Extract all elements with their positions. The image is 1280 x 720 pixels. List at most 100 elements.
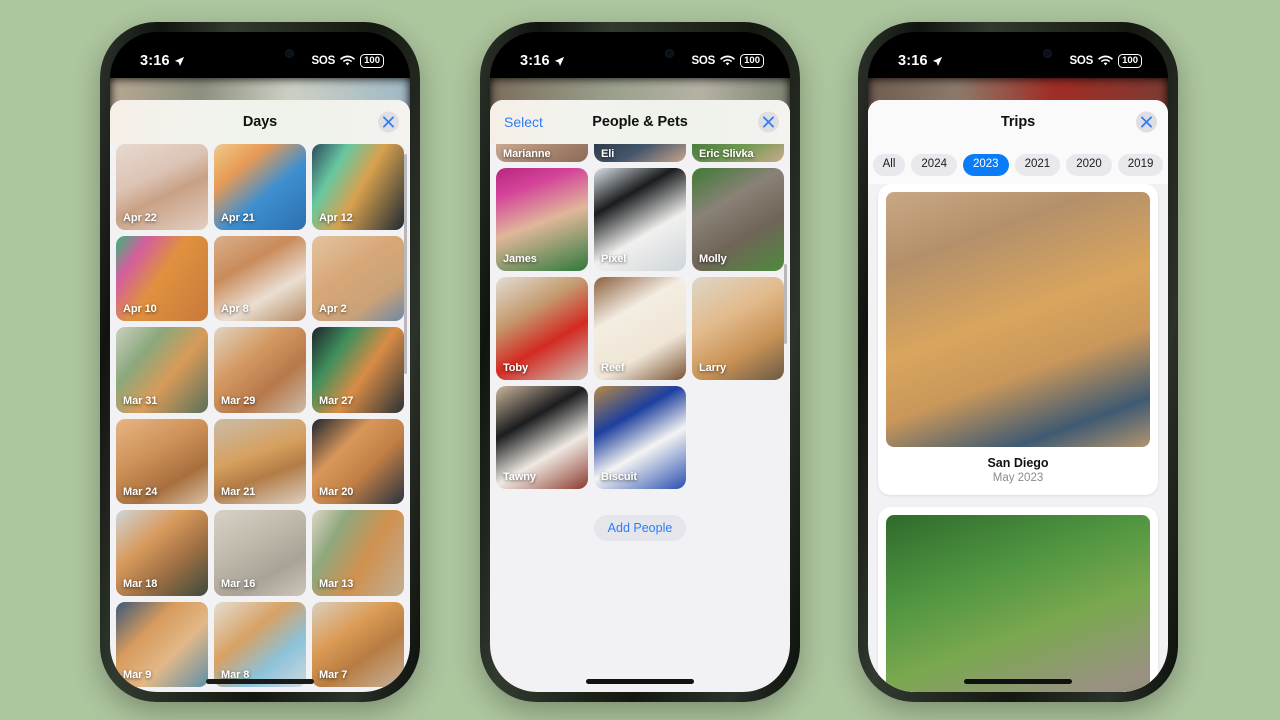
day-photo-cell[interactable]: Apr 22: [116, 144, 208, 230]
trips-scroll[interactable]: San Diego May 2023: [868, 183, 1168, 692]
day-photo-cell[interactable]: Mar 24: [116, 418, 208, 505]
trip-cover-photo: [886, 191, 1150, 447]
day-photo-cell[interactable]: Mar 8: [214, 601, 306, 688]
day-photo-cell[interactable]: Apr 12: [312, 144, 404, 230]
day-photo-cell[interactable]: Mar 29: [214, 327, 306, 413]
day-caption: Apr 10: [123, 303, 157, 316]
person-photo-cell[interactable]: Tawny: [496, 386, 588, 490]
trip-card[interactable]: [878, 506, 1158, 692]
year-filter-2023[interactable]: 2023: [963, 154, 1009, 176]
person-photo-cell[interactable]: Eli: [594, 144, 686, 163]
day-caption: Apr 2: [319, 303, 347, 316]
day-photo-cell[interactable]: Mar 20: [312, 418, 404, 505]
person-photo-cell[interactable]: Biscuit: [594, 386, 686, 490]
add-people-button[interactable]: Add People: [593, 515, 687, 542]
person-photo-cell[interactable]: Pixel: [594, 168, 686, 272]
front-camera-icon: [665, 49, 674, 58]
person-photo-cell[interactable]: Marianne: [496, 144, 588, 163]
phone-people-screen: 3:16 SOS 100 Select People & Pets Marian…: [490, 32, 790, 692]
dynamic-island: [594, 41, 686, 67]
person-name-label: Molly: [699, 253, 727, 266]
year-filter-bar: All 2024 2023 2021 2020 2019: [868, 144, 1168, 184]
close-button[interactable]: [758, 111, 779, 133]
person-photo-cell[interactable]: Reef: [594, 277, 686, 381]
year-filter-2021[interactable]: 2021: [1014, 154, 1061, 176]
sos-label: SOS: [1069, 55, 1094, 67]
battery-indicator: 100: [360, 54, 384, 68]
trips-sheet: Trips All 2024 2023 2021 2020 2019 San Diego M…: [868, 100, 1168, 692]
phone-days: 3:16 SOS 100 Days Apr 22 Apr 21 Apr 12 A…: [100, 22, 420, 702]
person-name-label: Biscuit: [601, 471, 637, 484]
close-icon: [763, 116, 774, 128]
trips-sheet-header: Trips: [868, 100, 1168, 144]
days-photo-grid: Apr 22 Apr 21 Apr 12 Apr 10 Apr 8 Apr 2 Mar 31…: [110, 144, 410, 688]
home-indicator[interactable]: [586, 679, 694, 684]
person-photo-cell[interactable]: James: [496, 168, 588, 272]
close-button[interactable]: [378, 111, 399, 133]
person-name-label: Reef: [601, 362, 625, 375]
trip-cover-photo: [886, 514, 1150, 692]
year-filter-all[interactable]: All: [872, 154, 906, 176]
day-photo-cell[interactable]: Apr 21: [214, 144, 306, 230]
people-photo-grid: Marianne Eli Eric Slivka James Pixel Molly Tob…: [490, 144, 790, 490]
phone-people: 3:16 SOS 100 Select People & Pets Marian…: [480, 22, 800, 702]
trip-card[interactable]: San Diego May 2023: [878, 183, 1158, 495]
day-caption: Apr 12: [319, 211, 353, 224]
person-photo-cell[interactable]: Larry: [692, 277, 784, 381]
days-sheet: Days Apr 22 Apr 21 Apr 12 Apr 10 Apr 8 Apr 2 M…: [110, 100, 410, 692]
day-photo-cell[interactable]: Mar 18: [116, 510, 208, 596]
day-caption: Mar 21: [221, 486, 256, 499]
status-left: 3:16: [140, 53, 185, 69]
people-grid-scroll[interactable]: Marianne Eli Eric Slivka James Pixel Molly Tob…: [490, 144, 790, 692]
day-photo-cell[interactable]: Mar 7: [312, 601, 404, 688]
status-right: SOS 100: [1069, 54, 1142, 68]
day-photo-cell[interactable]: Mar 21: [214, 418, 306, 505]
people-sheet: Select People & Pets Marianne Eli Eric Sli…: [490, 100, 790, 692]
phone-days-screen: 3:16 SOS 100 Days Apr 22 Apr 21 Apr 12 A…: [110, 32, 410, 692]
day-photo-cell[interactable]: Apr 10: [116, 235, 208, 322]
scroll-indicator[interactable]: [784, 264, 787, 344]
year-filter-2020[interactable]: 2020: [1066, 154, 1112, 176]
close-icon: [1141, 116, 1152, 128]
day-photo-cell[interactable]: Mar 31: [116, 327, 208, 413]
close-button[interactable]: [1136, 111, 1157, 133]
status-left: 3:16: [898, 53, 943, 69]
person-photo-cell[interactable]: Eric Slivka: [692, 144, 784, 163]
person-name-label: Pixel: [601, 253, 627, 266]
select-button[interactable]: Select: [504, 114, 543, 130]
wifi-icon: [1098, 55, 1114, 66]
home-indicator[interactable]: [206, 679, 314, 684]
day-photo-cell[interactable]: Apr 8: [214, 235, 306, 322]
days-grid-scroll[interactable]: Apr 22 Apr 21 Apr 12 Apr 10 Apr 8 Apr 2 Mar 31…: [110, 144, 410, 692]
phone-trips: 3:16 SOS 100 Trips All 2024 2023 2021 2020: [858, 22, 1178, 702]
dynamic-island: [972, 41, 1064, 67]
day-photo-cell[interactable]: Apr 2: [312, 235, 404, 322]
year-filter-2019[interactable]: 2019: [1117, 154, 1164, 176]
status-left: 3:16: [520, 53, 565, 69]
day-caption: Mar 29: [221, 394, 256, 407]
day-photo-cell[interactable]: Mar 9: [116, 601, 208, 688]
home-indicator[interactable]: [964, 679, 1072, 684]
day-photo-cell[interactable]: Mar 13: [312, 510, 404, 596]
day-caption: Mar 18: [123, 577, 158, 590]
day-photo-cell[interactable]: Mar 27: [312, 327, 404, 413]
status-time: 3:16: [140, 53, 170, 69]
day-photo-cell[interactable]: Mar 16: [214, 510, 306, 596]
person-photo-cell[interactable]: Molly: [692, 168, 784, 272]
front-camera-icon: [1043, 49, 1052, 58]
trips-list: San Diego May 2023: [868, 183, 1168, 692]
day-caption: Mar 20: [319, 486, 354, 499]
person-name-label: Toby: [503, 362, 529, 375]
scroll-indicator[interactable]: [404, 154, 407, 374]
status-right: SOS 100: [311, 54, 384, 68]
person-photo-cell[interactable]: Toby: [496, 277, 588, 381]
trip-date: May 2023: [992, 471, 1044, 484]
year-filter-2024[interactable]: 2024: [911, 154, 957, 176]
day-caption: Mar 27: [319, 394, 354, 407]
day-caption: Apr 8: [221, 303, 249, 316]
person-name-label: Tawny: [503, 471, 536, 484]
wifi-icon: [340, 55, 356, 66]
day-caption: Apr 21: [221, 211, 255, 224]
dynamic-island: [214, 41, 306, 67]
people-sheet-header: Select People & Pets: [490, 100, 790, 144]
